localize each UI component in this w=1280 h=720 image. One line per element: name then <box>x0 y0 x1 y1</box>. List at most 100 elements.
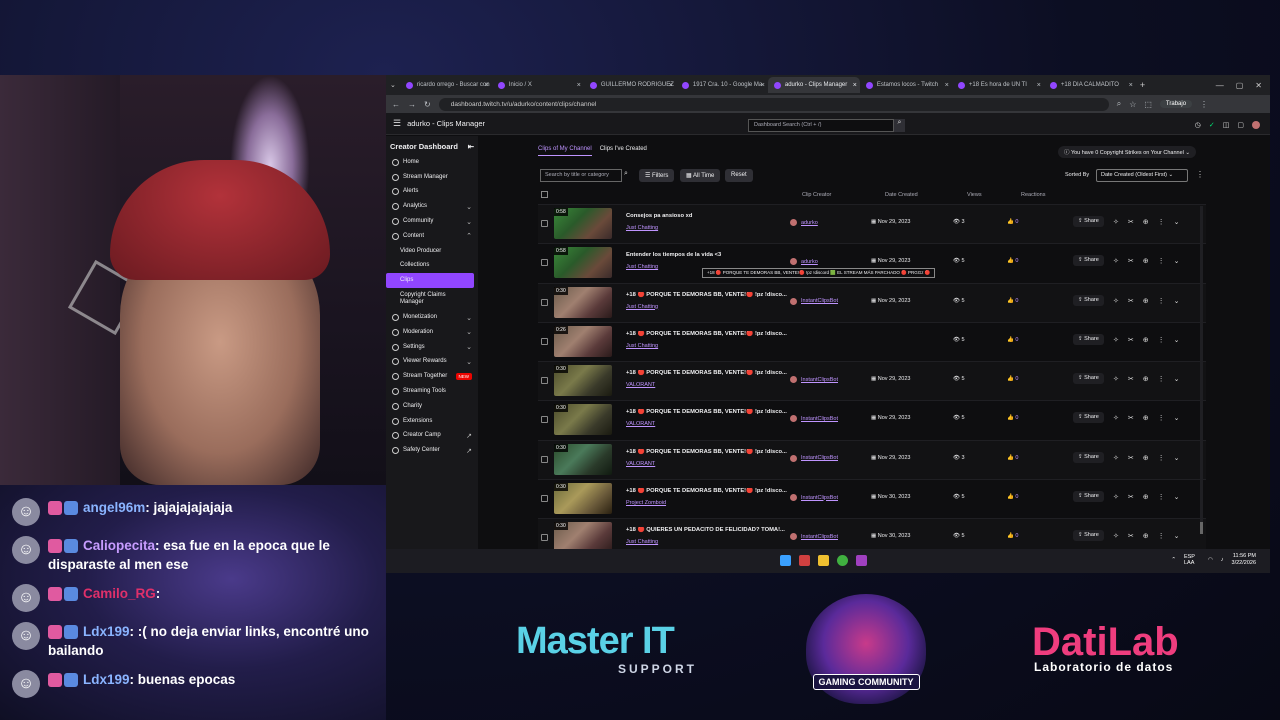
row-checkbox[interactable] <box>541 337 548 345</box>
clip-reactions[interactable]: 👍 0 <box>1007 337 1018 343</box>
clip-title[interactable]: +18 🔴 PORQUE TE DEMORAS BB, VENTE!🔴 !pz … <box>626 488 791 494</box>
zoom-icon[interactable]: ⌕ <box>1117 99 1121 109</box>
row-checkbox[interactable] <box>541 416 548 424</box>
clip-category[interactable]: Just Chatting <box>626 264 658 270</box>
kebab-icon[interactable]: ⋮ <box>1158 375 1165 383</box>
language-indicator[interactable]: ESP LAA <box>1184 554 1200 566</box>
browser-tab[interactable]: 1917 Cra. 10 - Google Ma × <box>676 77 768 93</box>
clip-reactions[interactable]: 👍 0 <box>1007 219 1018 225</box>
table-row[interactable]: 0:30 +18 🔴 PORQUE TE DEMORAS BB, VENTE!🔴 … <box>538 282 1206 322</box>
copyright-strikes-dropdown[interactable]: ⓘ You have 0 Copyright Strikes on Your C… <box>1058 146 1197 158</box>
clip-title[interactable]: Consejos pa ansioso xd <box>626 213 791 219</box>
browser-tab[interactable]: +18 Es hora de UN TI × <box>952 77 1044 93</box>
sidebar-item-charity[interactable]: Charity <box>386 399 478 414</box>
clip-category[interactable]: Just Chatting <box>626 304 658 310</box>
share-button[interactable]: ⇪ Share <box>1073 294 1104 306</box>
close-tab-icon[interactable]: × <box>945 82 949 89</box>
folder-icon[interactable] <box>818 555 829 566</box>
browser-tab[interactable]: Estamos locos - Twitch × <box>860 77 952 93</box>
clip-creator[interactable]: InstantClipsBot <box>790 533 838 541</box>
table-row[interactable]: 0:30 +18 🔴 PORQUE TE DEMORAS BB, VENTE!🔴 … <box>538 400 1206 440</box>
close-tab-icon[interactable]: × <box>485 82 489 89</box>
clip-creator[interactable]: InstantClipsBot <box>790 376 838 384</box>
clip-reactions[interactable]: 👍 0 <box>1007 415 1018 421</box>
clip-creator[interactable]: InstantClipsBot <box>790 415 838 423</box>
clip-search-icon[interactable]: ⌕ <box>624 170 628 178</box>
clip-thumbnail[interactable]: 0:26 <box>554 325 612 357</box>
whispers-icon[interactable]: ▢ <box>1237 121 1244 129</box>
scissors-icon[interactable]: ✂ <box>1128 493 1134 501</box>
minimize-icon[interactable]: — <box>1216 81 1224 90</box>
clock[interactable]: 11:56 PM 3/22/2026 <box>1232 553 1256 567</box>
col-date-created[interactable]: Date Created <box>885 192 918 198</box>
row-checkbox[interactable] <box>541 455 548 463</box>
extensions-icon[interactable]: ⬚ <box>1144 100 1152 109</box>
clip-creator[interactable]: adurko <box>790 219 818 226</box>
chevron-down-icon[interactable]: ⌄ <box>1174 218 1180 226</box>
add-icon[interactable]: ⊕ <box>1143 375 1149 383</box>
col-views[interactable]: Views <box>967 192 982 198</box>
filters-button[interactable]: ☰ Filters <box>639 169 675 182</box>
scissors-icon[interactable]: ✂ <box>1128 454 1134 462</box>
kebab-icon[interactable]: ⋮ <box>1158 297 1165 305</box>
add-icon[interactable]: ⊕ <box>1143 532 1149 540</box>
hamburger-icon[interactable]: ☰ <box>393 118 401 129</box>
checkmark-icon[interactable]: ✓ <box>1209 121 1215 129</box>
kebab-icon[interactable]: ⋮ <box>1158 454 1165 462</box>
scissors-icon[interactable]: ✂ <box>1128 257 1134 265</box>
chevron-down-icon[interactable]: ⌄ <box>1174 532 1180 540</box>
new-tab-icon[interactable]: + <box>1140 80 1145 90</box>
kebab-icon[interactable]: ⋮ <box>1158 493 1165 501</box>
sidebar-item-stream-together[interactable]: Stream Together NEW <box>386 369 478 384</box>
sidebar-item-clips[interactable]: Clips <box>386 273 474 289</box>
reset-button[interactable]: Reset <box>725 169 753 182</box>
browser-tab[interactable]: GUILLERMO RODRIGUEZ × <box>584 77 676 93</box>
app-icon[interactable] <box>799 555 810 566</box>
kebab-icon[interactable]: ⋮ <box>1158 414 1165 422</box>
profile-button[interactable]: Trabajo <box>1159 100 1193 108</box>
clip-category[interactable]: Just Chatting <box>626 343 658 349</box>
edit-icon[interactable]: ✧ <box>1113 375 1119 383</box>
clip-reactions[interactable]: 👍 0 <box>1007 376 1018 382</box>
sidebar-item-viewer-rewards[interactable]: Viewer Rewards ⌄ <box>386 355 478 370</box>
clip-reactions[interactable]: 👍 0 <box>1007 258 1018 264</box>
clip-title[interactable]: +18 🔴 PORQUE TE DEMORAS BB, VENTE!🔴 !pz … <box>626 409 791 415</box>
sidebar-item-streaming-tools[interactable]: Streaming Tools <box>386 384 478 399</box>
chevron-down-icon[interactable]: ⌄ <box>1174 257 1180 265</box>
collapse-icon[interactable]: ⇤ <box>468 142 474 151</box>
sidebar-item-creator-camp[interactable]: Creator Camp ↗ <box>386 429 478 444</box>
clip-category[interactable]: Project Zomboid <box>626 500 666 506</box>
col-reactions[interactable]: Reactions <box>1021 192 1045 198</box>
close-tab-icon[interactable]: × <box>577 82 581 89</box>
browser-tab[interactable]: +18 DIA CALMADITO × <box>1044 77 1136 93</box>
table-row[interactable]: 0:30 +18 🔴 PORQUE TE DEMORAS BB, VENTE!🔴 … <box>538 361 1206 401</box>
tab-clips-of-my-channel[interactable]: Clips of My Channel <box>538 146 592 156</box>
sidebar-item-settings[interactable]: Settings ⌄ <box>386 340 478 355</box>
browser-tab[interactable]: adurko - Clips Manager × <box>767 77 860 93</box>
sidebar-item-alerts[interactable]: Alerts <box>386 185 478 200</box>
close-window-icon[interactable]: ✕ <box>1255 81 1262 90</box>
close-tab-icon[interactable]: × <box>669 82 673 89</box>
add-icon[interactable]: ⊕ <box>1143 414 1149 422</box>
notifications-icon[interactable]: ◫ <box>1223 121 1230 129</box>
clip-thumbnail[interactable]: 0:30 <box>554 365 612 397</box>
chevron-down-icon[interactable]: ⌄ <box>1174 493 1180 501</box>
clip-category[interactable]: VALORANT <box>626 461 655 467</box>
clip-title[interactable]: +18 🔴 PORQUE TE DEMORAS BB, VENTE!🔴 !pz … <box>626 292 791 298</box>
back-icon[interactable]: ← <box>392 100 400 109</box>
sidebar-item-collections[interactable]: Collections <box>386 259 478 274</box>
maximize-icon[interactable]: ▢ <box>1236 81 1244 90</box>
share-button[interactable]: ⇪ Share <box>1073 333 1104 345</box>
close-tab-icon[interactable]: × <box>1129 82 1133 89</box>
scissors-icon[interactable]: ✂ <box>1128 532 1134 540</box>
chevron-down-icon[interactable]: ⌄ <box>1174 414 1180 422</box>
clip-reactions[interactable]: 👍 0 <box>1007 533 1018 539</box>
tray-chevron-icon[interactable]: ⌃ <box>1171 557 1176 563</box>
sidebar-item-safety-center[interactable]: Safety Center ↗ <box>386 443 478 458</box>
share-button[interactable]: ⇪ Share <box>1073 491 1104 503</box>
kebab-icon[interactable]: ⋮ <box>1158 336 1165 344</box>
clip-creator[interactable]: adurko <box>790 258 818 266</box>
share-button[interactable]: ⇪ Share <box>1073 451 1104 463</box>
kebab-icon[interactable]: ⋮ <box>1158 257 1165 265</box>
start-icon[interactable] <box>780 555 791 566</box>
